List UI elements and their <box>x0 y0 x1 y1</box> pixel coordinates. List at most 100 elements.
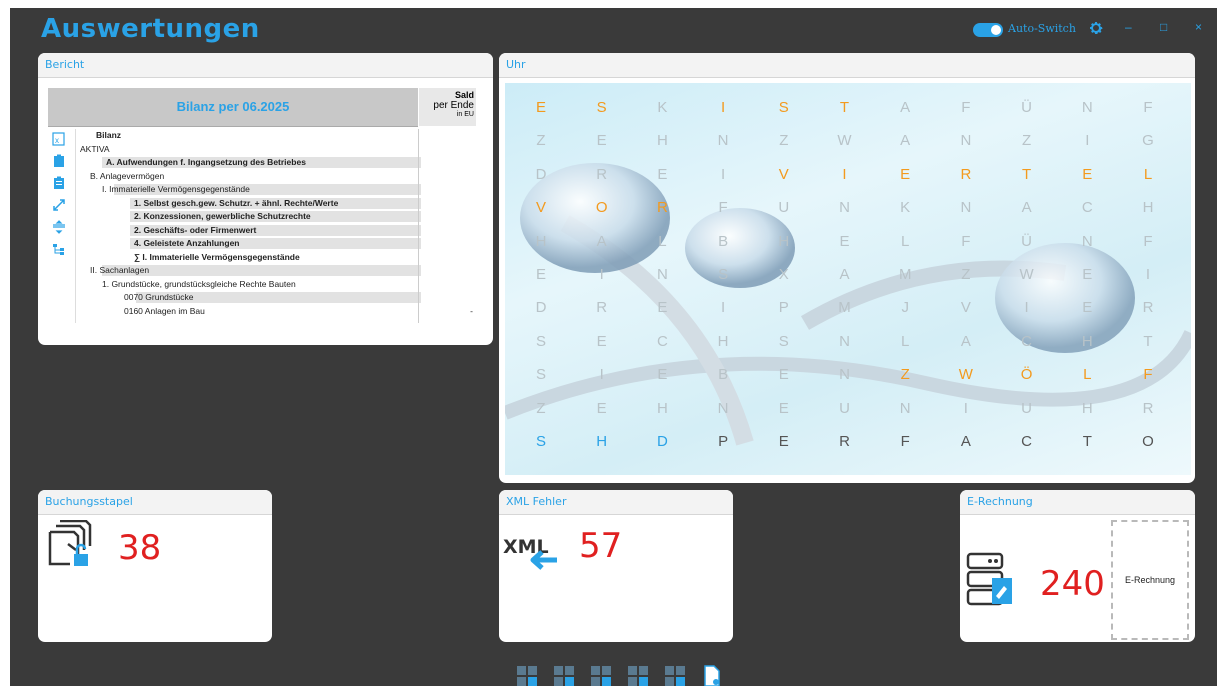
clock-letter: E <box>900 165 911 183</box>
clock-letter: D <box>535 299 547 317</box>
clock-letter: S <box>596 99 607 116</box>
clock-letter: I <box>1085 132 1090 150</box>
report-row[interactable]: 2. Konzessionen, gewerbliche Schutzrecht… <box>76 210 477 224</box>
clock-letter: N <box>899 399 911 417</box>
saldo-header-1: Sald <box>454 90 474 100</box>
clipboard-icon[interactable] <box>52 154 66 168</box>
report-row[interactable]: 2. Geschäfts- oder Firmenwert <box>76 224 477 238</box>
report-row-label: 4. Geleistete Anzahlungen <box>134 238 240 248</box>
clock-letter: W <box>837 132 852 150</box>
clock-letter: E <box>1082 266 1093 283</box>
erechnung-panel[interactable]: E-Rechnung 240 E-Rechnung <box>960 490 1195 642</box>
clock-letter: N <box>717 132 729 150</box>
auto-switch-toggle[interactable] <box>973 23 1003 37</box>
layout-4-icon[interactable] <box>627 665 649 686</box>
clock-letter: O <box>595 199 608 217</box>
layout-1-icon[interactable] <box>516 665 538 686</box>
xml-fehler-panel[interactable]: XML Fehler XML 57 <box>499 490 733 642</box>
report-row-value: - <box>470 305 473 316</box>
report-row[interactable]: A. Aufwendungen f. Ingangsetzung des Bet… <box>76 156 477 170</box>
report-row[interactable]: II. Sachanlagen <box>76 264 477 278</box>
report-row[interactable]: Bilanz <box>76 129 477 143</box>
clock-letter: R <box>1142 399 1154 417</box>
uhr-title: Uhr <box>499 53 1195 78</box>
clock-letter: I <box>599 366 604 384</box>
clock-letter: H <box>1081 332 1093 350</box>
report-row-label: 0160 Anlagen im Bau <box>124 305 205 316</box>
clock-letter: S <box>535 332 546 350</box>
clock-letter: T <box>1082 433 1092 450</box>
clock-letter: R <box>596 299 608 317</box>
clock-letter: H <box>778 232 790 250</box>
report-row[interactable]: 4. Geleistete Anzahlungen <box>76 237 477 251</box>
clock-letter: E <box>596 399 607 417</box>
report-row[interactable]: I. Immaterielle Vermögensgegenstände <box>76 183 477 197</box>
buchungsstapel-panel[interactable]: Buchungsstapel 38 <box>38 490 272 642</box>
xml-fehler-count: 57 <box>579 526 623 566</box>
erechnung-button[interactable]: E-Rechnung <box>1111 520 1189 640</box>
report-row-label: B. Anlagevermögen <box>90 170 165 181</box>
report-row[interactable]: 0070 Grundstücke <box>76 291 477 305</box>
report-row-label: ∑ I. Immaterielle Vermögensgegenstände <box>134 251 300 262</box>
booking-stack-icon <box>48 520 92 566</box>
clock-letter: G <box>1142 132 1154 150</box>
clock-letter: L <box>901 232 910 250</box>
clock-letter: J <box>901 299 909 317</box>
report-row[interactable]: B. Anlagevermögen <box>76 170 477 184</box>
clock-letter: Ü <box>1021 232 1033 250</box>
clock-letter: Z <box>536 399 546 417</box>
xml-fehler-title: XML Fehler <box>499 490 733 515</box>
clock-letter: E <box>839 232 850 250</box>
erechnung-title: E-Rechnung <box>960 490 1195 515</box>
clock-letter: N <box>839 366 850 384</box>
clock-letter: I <box>599 266 604 283</box>
report-row[interactable]: ∑ I. Immaterielle Vermögensgegenstände <box>76 251 477 265</box>
report-row[interactable]: 1. Grundstücke, grundstücksgleiche Recht… <box>76 278 477 292</box>
clock-letter: W <box>1019 266 1034 283</box>
maximize-button[interactable]: □ <box>1160 20 1167 34</box>
layout-3-icon[interactable] <box>590 665 612 686</box>
clock-letter: S <box>778 332 789 350</box>
clock-letter: B <box>718 366 729 384</box>
collapse-rows-icon[interactable] <box>52 220 66 234</box>
clock-letter: E <box>535 266 546 283</box>
clock-letter: T <box>839 99 850 116</box>
clock-letter: C <box>1081 199 1093 217</box>
clock-letter: S <box>778 99 789 116</box>
clock-letter: N <box>839 332 850 350</box>
excel-export-icon[interactable]: x <box>52 132 66 146</box>
app-window: Auswertungen Auto-Switch – □ × Bericht B… <box>10 8 1217 686</box>
clock-letter: L <box>1143 165 1153 183</box>
new-document-icon[interactable] <box>701 665 723 686</box>
clock-letter: E <box>657 366 668 384</box>
clock-letter: I <box>963 399 968 417</box>
erechnung-count: 240 <box>1040 564 1105 604</box>
report-row-label: 2. Geschäfts- oder Firmenwert <box>134 224 257 235</box>
expand-icon[interactable] <box>52 198 66 212</box>
close-button[interactable]: × <box>1195 20 1202 34</box>
clock-letter: E <box>657 299 668 317</box>
tree-icon[interactable] <box>52 242 66 256</box>
clock-letter: X <box>778 266 789 283</box>
clock-letter: Z <box>779 132 789 150</box>
clock-letter: N <box>839 199 850 217</box>
report-row[interactable]: AKTIVA <box>76 143 477 157</box>
clock-letter: M <box>838 299 851 317</box>
buchungsstapel-title: Buchungsstapel <box>38 490 272 515</box>
report-row[interactable]: 1. Selbst gesch.gew. Schutzr. + ähnl. Re… <box>76 197 477 211</box>
layout-5-icon[interactable] <box>664 665 686 686</box>
clock-letter: H <box>1081 399 1093 417</box>
report-row[interactable]: 0160 Anlagen im Bau - <box>76 305 477 319</box>
layout-2-icon[interactable] <box>553 665 575 686</box>
clipboard-list-icon[interactable] <box>52 176 66 190</box>
minimize-button[interactable]: – <box>1125 20 1132 34</box>
report-row-label: 1. Selbst gesch.gew. Schutzr. + ähnl. Re… <box>134 197 339 208</box>
report-title: Bilanz per 06.2025 <box>48 88 418 127</box>
clock-letter: I <box>842 165 847 183</box>
clock-letter: N <box>960 132 972 150</box>
clock-letter: R <box>1142 299 1154 317</box>
clock-letter: H <box>596 433 608 450</box>
gear-icon[interactable] <box>1088 19 1104 37</box>
clock-letter: R <box>960 165 972 183</box>
clock-letter: S <box>535 433 546 450</box>
